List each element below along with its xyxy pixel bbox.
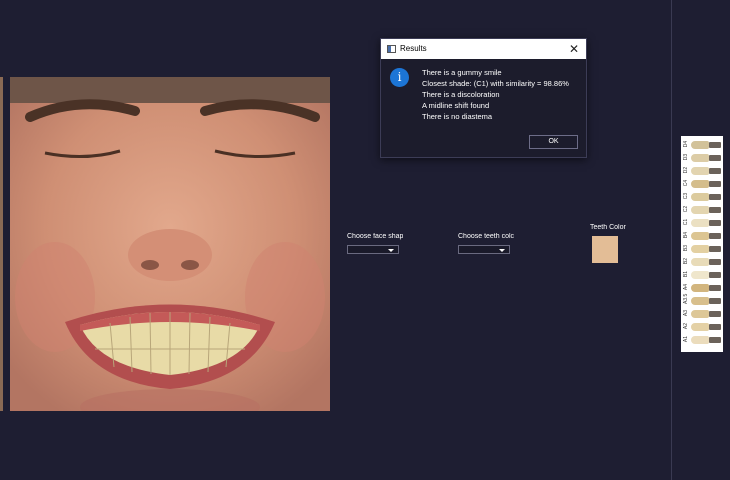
shade-tab: B1: [681, 270, 723, 280]
shade-code-label: B4: [683, 231, 689, 239]
result-line: There is no diastema: [422, 112, 493, 121]
ok-button[interactable]: OK: [529, 135, 578, 149]
shade-tooth-sample: [691, 284, 709, 292]
shade-tab: C2: [681, 205, 723, 215]
shade-tooth-sample: [691, 297, 709, 305]
shade-tab-holder: [709, 324, 721, 330]
shade-tab-holder: [709, 233, 721, 239]
shade-code-label: A3: [683, 309, 689, 317]
shade-tab: D4: [681, 140, 723, 150]
shade-tab: C4: [681, 179, 723, 189]
shade-code-label: A2: [683, 322, 689, 330]
shade-code-label: A1: [683, 335, 689, 343]
shade-tab-holder: [709, 337, 721, 343]
shade-code-label: B3: [683, 244, 689, 252]
shade-tab: C1: [681, 218, 723, 228]
result-line: A midline shift found: [422, 101, 490, 110]
shade-tab: B4: [681, 231, 723, 241]
shade-code-label: C3: [683, 192, 689, 200]
results-dialog: Results ✕ i There is a gummy smile Close…: [380, 38, 587, 158]
shade-code-label: C4: [683, 179, 689, 187]
shade-code-label: D4: [683, 140, 689, 148]
shade-tooth-sample: [691, 336, 709, 344]
shade-tab-holder: [709, 155, 721, 161]
shade-code-label: C2: [683, 205, 689, 213]
shade-tooth-sample: [691, 310, 709, 318]
dialog-title: Results: [400, 44, 427, 53]
info-icon: i: [390, 68, 409, 87]
previous-image-edge: [0, 77, 3, 411]
shade-code-label: A4: [683, 283, 689, 291]
shade-tab-holder: [709, 142, 721, 148]
shade-tooth-sample: [691, 271, 709, 279]
result-line: There is a gummy smile: [422, 68, 502, 77]
face-shape-dropdown[interactable]: [347, 245, 399, 254]
shade-tooth-sample: [691, 141, 709, 149]
shade-code-label: C1: [683, 218, 689, 226]
shade-tab-holder: [709, 298, 721, 304]
shade-tooth-sample: [691, 167, 709, 175]
shade-tab-holder: [709, 311, 721, 317]
shade-tab: A3: [681, 309, 723, 319]
shade-tab: D2: [681, 166, 723, 176]
shade-tab: B3: [681, 244, 723, 254]
shade-tab: A3.5: [681, 293, 723, 306]
shade-tooth-sample: [691, 180, 709, 188]
shade-tab: B2: [681, 257, 723, 267]
window-app-icon: [387, 45, 396, 53]
shade-code-label: B2: [683, 257, 689, 265]
teeth-color-dropdown[interactable]: [458, 245, 510, 254]
shade-tooth-sample: [691, 245, 709, 253]
shade-code-label: D2: [683, 166, 689, 174]
shade-tab-holder: [709, 207, 721, 213]
shade-tooth-sample: [691, 219, 709, 227]
shade-tab: D3: [681, 153, 723, 163]
shade-tab: A1: [681, 335, 723, 345]
result-line: There is a discoloration: [422, 90, 500, 99]
shade-tooth-sample: [691, 193, 709, 201]
shade-tab-holder: [709, 194, 721, 200]
shade-code-label: A3.5: [683, 293, 689, 304]
chevron-down-icon: [388, 249, 394, 252]
results-message: There is a gummy smile Closest shade: (C…: [422, 67, 569, 122]
close-icon[interactable]: ✕: [569, 42, 579, 56]
shade-tab: C3: [681, 192, 723, 202]
shade-tab: A4: [681, 283, 723, 293]
face-shape-label: Choose face shap: [347, 233, 403, 240]
dialog-titlebar[interactable]: Results ✕: [381, 39, 586, 59]
shade-tab-holder: [709, 246, 721, 252]
shade-tab-holder: [709, 259, 721, 265]
shade-tooth-sample: [691, 206, 709, 214]
chevron-down-icon: [499, 249, 505, 252]
shade-tab-holder: [709, 272, 721, 278]
shade-tab-holder: [709, 285, 721, 291]
shade-code-label: D3: [683, 153, 689, 161]
result-line: Closest shade: (C1) with similarity = 98…: [422, 79, 569, 88]
shade-tab-holder: [709, 181, 721, 187]
shade-code-label: B1: [683, 270, 689, 278]
shade-tooth-sample: [691, 154, 709, 162]
shade-tooth-sample: [691, 323, 709, 331]
panel-divider: [671, 0, 672, 480]
teeth-color-title: Teeth Color: [590, 224, 626, 231]
face-photo: [10, 77, 330, 411]
face-photo-illustration: [10, 77, 330, 411]
shade-guide: D4 D3 D2 C4 C3 C2 C1 B4 B3 B2 B1 A4 A3.5 A3 A2 A1: [681, 136, 723, 352]
shade-tooth-sample: [691, 232, 709, 240]
shade-tooth-sample: [691, 258, 709, 266]
teeth-color-swatch: [592, 236, 618, 263]
shade-tab-holder: [709, 220, 721, 226]
shade-tab-holder: [709, 168, 721, 174]
shade-tab: A2: [681, 322, 723, 332]
teeth-color-label: Choose teeth colc: [458, 233, 514, 240]
